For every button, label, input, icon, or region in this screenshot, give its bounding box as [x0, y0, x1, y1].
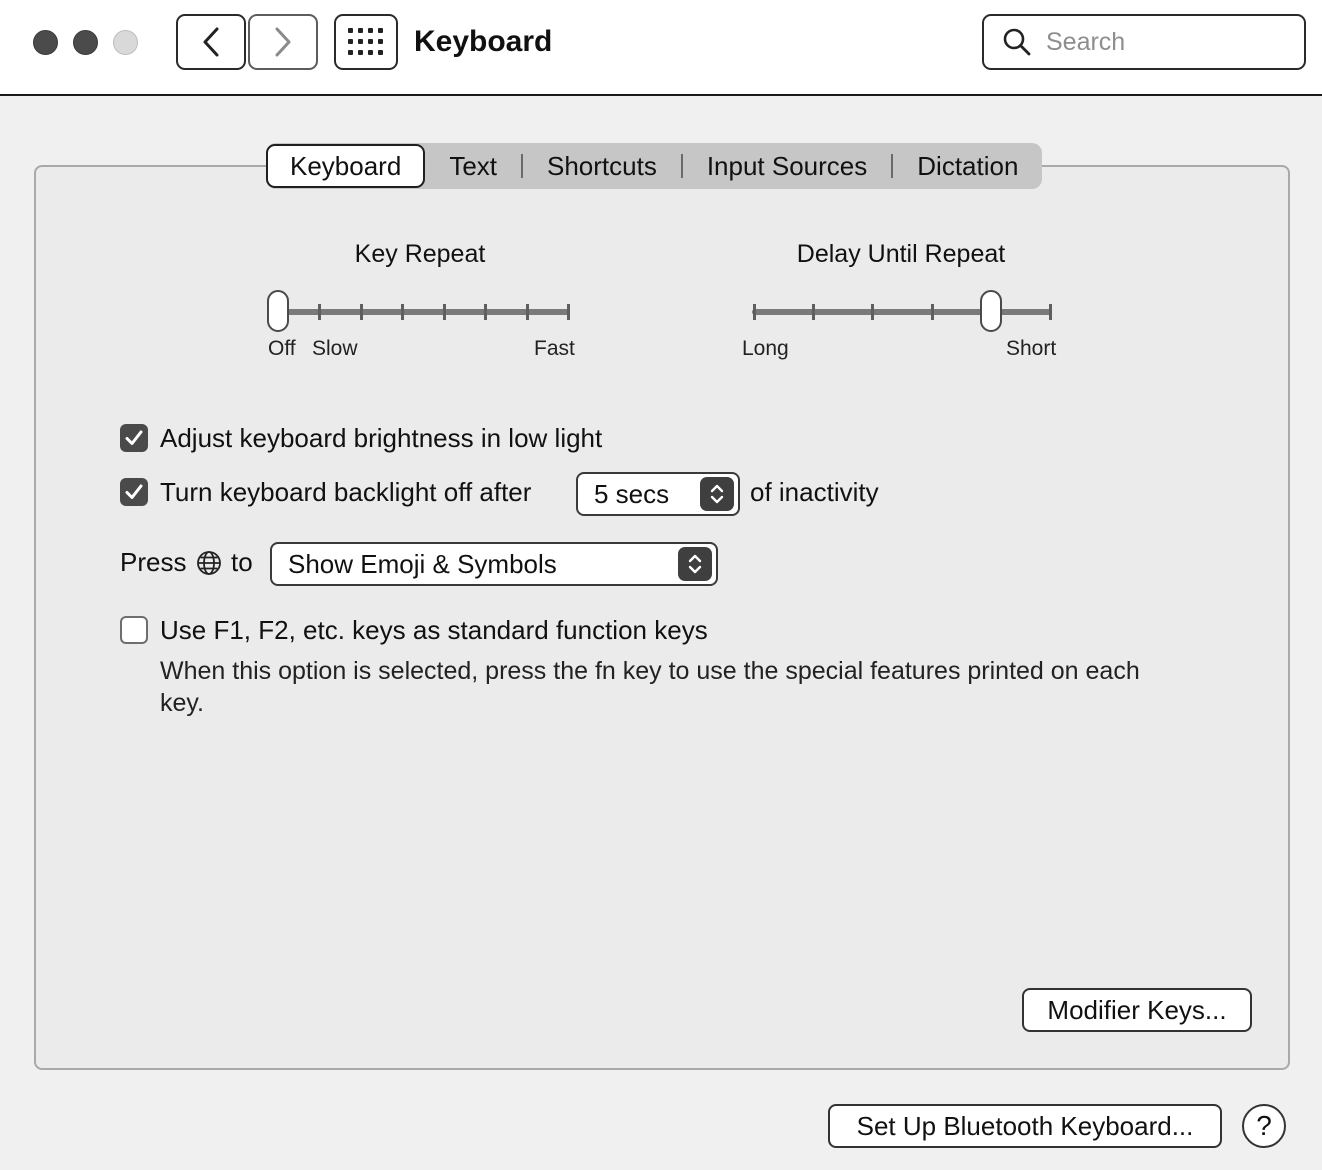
key-repeat-slider-knob[interactable] — [267, 290, 289, 332]
function-keys-note: When this option is selected, press the … — [160, 657, 1140, 717]
function-keys-checkbox[interactable] — [120, 616, 148, 644]
help-button[interactable]: ? — [1242, 1104, 1286, 1148]
globe-key-action-popup[interactable]: Show Emoji & Symbols — [270, 542, 718, 586]
delay-until-repeat-title: Delay Until Repeat — [796, 240, 1006, 268]
set-up-bluetooth-keyboard-button[interactable]: Set Up Bluetooth Keyboard... — [828, 1104, 1222, 1148]
press-label: Press — [120, 547, 187, 577]
forward-button[interactable] — [248, 14, 318, 70]
title-bar: Keyboard — [0, 0, 1322, 96]
backlight-timeout-popup[interactable]: 5 secs — [576, 472, 740, 516]
key-repeat-tick — [318, 304, 322, 320]
back-button[interactable] — [176, 14, 246, 70]
delay-until-repeat-tick — [871, 304, 875, 320]
delay-until-repeat-tick — [812, 304, 816, 320]
tab-keyboard[interactable]: Keyboard — [266, 144, 426, 188]
key-repeat-tick — [484, 304, 488, 320]
up-down-arrows-icon — [700, 477, 734, 511]
backlight-timeout-value: 5 secs — [594, 478, 670, 509]
chevron-right-icon — [275, 27, 291, 57]
press-to-label: to — [231, 547, 253, 577]
key-repeat-tick — [525, 304, 529, 320]
delay-until-repeat-slider-knob[interactable] — [979, 290, 1002, 332]
backlight-suffix-label: of inactivity — [750, 477, 879, 507]
key-repeat-off-label: Off — [268, 337, 296, 360]
globe-key-action-value: Show Emoji & Symbols — [288, 548, 557, 579]
tab-bar: Keyboard Text Shortcuts Input Sources Di… — [266, 143, 1043, 189]
key-repeat-title: Key Repeat — [354, 240, 486, 268]
checkmark-icon — [125, 430, 143, 445]
close-window-button[interactable] — [33, 30, 58, 55]
delay-short-label: Short — [1006, 337, 1057, 360]
delay-until-repeat-tick — [1049, 304, 1052, 320]
key-repeat-tick — [401, 304, 405, 320]
delay-until-repeat-slider-track[interactable] — [752, 309, 1052, 315]
minimize-window-button[interactable] — [73, 30, 98, 55]
search-icon — [1003, 28, 1031, 56]
zoom-window-button[interactable] — [113, 30, 138, 55]
key-repeat-tick — [567, 304, 570, 320]
key-repeat-slow-label: Slow — [312, 337, 358, 360]
brightness-checkbox[interactable] — [120, 424, 148, 452]
backlight-label: Turn keyboard backlight off after — [160, 477, 532, 507]
backlight-checkbox[interactable] — [120, 478, 148, 506]
tab-dictation[interactable]: Dictation — [893, 145, 1042, 187]
show-all-button[interactable] — [334, 14, 398, 70]
chevron-left-icon — [203, 27, 219, 57]
delay-until-repeat-tick — [930, 304, 934, 320]
checkmark-icon — [125, 484, 143, 499]
key-repeat-tick — [442, 304, 446, 320]
tab-text[interactable]: Text — [425, 145, 521, 187]
up-down-arrows-icon — [678, 547, 712, 581]
window-title: Keyboard — [414, 25, 553, 58]
delay-long-label: Long — [742, 337, 789, 360]
search-field[interactable] — [982, 14, 1306, 70]
key-repeat-fast-label: Fast — [534, 337, 575, 360]
brightness-label: Adjust keyboard brightness in low light — [160, 423, 603, 453]
function-keys-label: Use F1, F2, etc. keys as standard functi… — [160, 615, 708, 645]
modifier-keys-button[interactable]: Modifier Keys... — [1022, 988, 1252, 1032]
key-repeat-tick — [359, 304, 363, 320]
delay-until-repeat-tick — [753, 304, 756, 320]
tab-shortcuts[interactable]: Shortcuts — [523, 145, 681, 187]
search-input[interactable] — [1046, 27, 1286, 57]
globe-icon — [197, 551, 221, 575]
tab-input-sources[interactable]: Input Sources — [683, 145, 891, 187]
grid-icon — [348, 28, 383, 55]
